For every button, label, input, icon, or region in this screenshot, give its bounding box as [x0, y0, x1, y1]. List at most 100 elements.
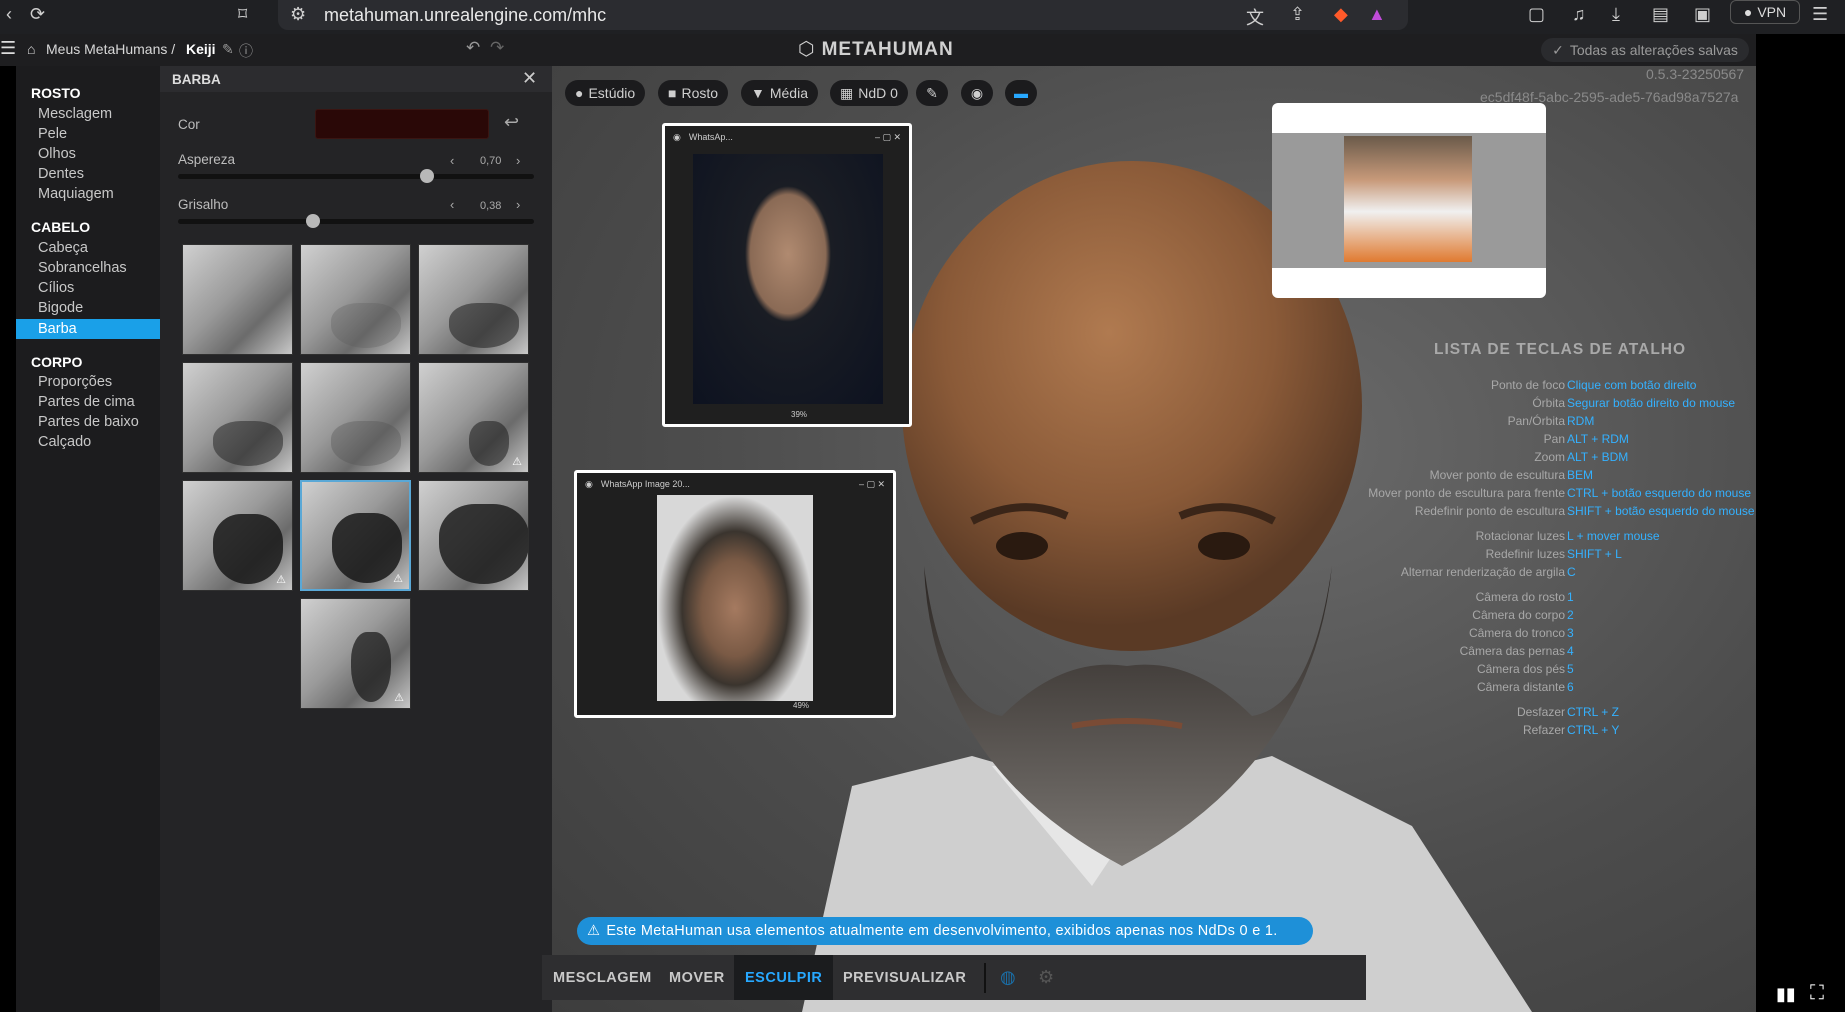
beard-preset-7[interactable]: ⚠: [182, 480, 293, 591]
background-toggle-button[interactable]: ▬: [1005, 80, 1037, 106]
window-controls-icon[interactable]: – ▢ ✕: [859, 479, 885, 490]
shortcut-key: ALT + BDM: [1567, 450, 1629, 464]
reload-icon[interactable]: ⟳: [30, 4, 45, 25]
translate-icon[interactable]: 文: [1246, 4, 1264, 30]
beard-preset-8-selected[interactable]: ⚠: [300, 480, 411, 591]
shortcut-key: C: [1567, 565, 1576, 579]
nav-item-calcado[interactable]: Calçado: [38, 434, 91, 450]
nav-item-mesclagem[interactable]: Mesclagem: [38, 106, 112, 122]
window-title: WhatsApp Image 20...: [600, 479, 690, 489]
shortcut-action: Órbita: [1532, 396, 1565, 410]
reset-color-icon[interactable]: ↩: [504, 112, 519, 133]
home-icon[interactable]: ⌂: [27, 41, 35, 57]
nav-item-dentes[interactable]: Dentes: [38, 166, 84, 182]
close-panel-icon[interactable]: ✕: [522, 68, 537, 89]
sidebar-icon[interactable]: ▤: [1652, 4, 1669, 25]
vpn-button[interactable]: ● VPN: [1730, 0, 1800, 24]
roughness-value[interactable]: 0,70: [480, 155, 501, 167]
menu-icon[interactable]: ☰: [1812, 4, 1828, 25]
studio-button[interactable]: ● Estúdio: [565, 80, 646, 106]
nav-item-cilios[interactable]: Cílios: [38, 280, 74, 296]
app-menu-icon[interactable]: ☰: [0, 38, 16, 59]
nav-item-pele[interactable]: Pele: [38, 126, 67, 142]
face-label: Rosto: [681, 85, 719, 101]
stats-icon[interactable]: ▮▮: [1776, 984, 1796, 1005]
wallet-icon[interactable]: ▣: [1694, 4, 1711, 25]
window-controls-icon[interactable]: – ▢ ✕: [875, 132, 901, 143]
quality-button[interactable]: ▼ Média: [741, 80, 818, 106]
color-swatch[interactable]: [315, 109, 489, 139]
nav-item-bigode[interactable]: Bigode: [38, 300, 83, 316]
info-icon[interactable]: ⓘ: [239, 41, 253, 61]
nav-item-maquiagem[interactable]: Maquiagem: [38, 186, 114, 202]
beard-preset-1[interactable]: [182, 244, 293, 355]
gray-increase-icon[interactable]: ›: [516, 197, 520, 212]
tab-previsualizar[interactable]: PREVISUALIZAR: [832, 955, 977, 1000]
settings-icon[interactable]: ⚙: [1038, 967, 1054, 988]
nav-item-partes-de-cima[interactable]: Partes de cima: [38, 394, 135, 410]
clay-render-button[interactable]: ◉: [961, 80, 993, 106]
edit-name-icon[interactable]: ✎: [222, 41, 234, 58]
warning-icon: ⚠: [587, 923, 601, 939]
nav-item-barba[interactable]: Barba: [16, 319, 160, 339]
nav-item-olhos[interactable]: Olhos: [38, 146, 76, 162]
beard-preset-6[interactable]: ⚠: [418, 362, 529, 473]
share-icon[interactable]: ⇪: [1290, 4, 1305, 25]
light-bulb-icon: ●: [575, 85, 584, 101]
media-icon[interactable]: ♫: [1572, 4, 1586, 25]
tab-mover[interactable]: MOVER: [658, 955, 736, 1000]
lod-button[interactable]: ▦ NdD 0: [830, 80, 908, 106]
site-settings-icon[interactable]: ⚙: [290, 4, 306, 25]
beard-preset-4[interactable]: [182, 362, 293, 473]
beard-preset-10[interactable]: ⚠: [300, 598, 411, 709]
window-footer: 49%: [577, 697, 893, 715]
bookmark-icon[interactable]: ⌑: [238, 4, 247, 25]
shortcut-key: RDM: [1567, 414, 1595, 428]
roughness-increase-icon[interactable]: ›: [516, 153, 520, 168]
window-titlebar: ◉ WhatsAp... – ▢ ✕: [665, 126, 909, 148]
globe-icon[interactable]: ◍: [1000, 967, 1016, 988]
panel-icon: ▬: [1014, 85, 1028, 101]
roughness-decrease-icon[interactable]: ‹: [450, 153, 454, 168]
tab-mesclagem[interactable]: MESCLAGEM: [542, 955, 663, 1000]
zoom-level: 39%: [791, 410, 808, 419]
gray-slider-thumb[interactable]: [306, 214, 321, 228]
download-icon[interactable]: ⤓: [1612, 4, 1620, 25]
camera-icon: ■: [668, 85, 677, 101]
nav-item-proporcoes[interactable]: Proporções: [38, 374, 112, 390]
face-camera-button[interactable]: ■ Rosto: [658, 80, 729, 106]
roughness-slider-thumb[interactable]: [420, 169, 435, 183]
tab-esculpir[interactable]: ESCULPIR: [734, 955, 834, 1000]
redo-icon[interactable]: ↷: [490, 38, 504, 58]
shortcut-key: 4: [1567, 644, 1574, 658]
shortcut-key: Clique com botão direito: [1567, 378, 1697, 392]
gray-value[interactable]: 0,38: [480, 200, 501, 212]
sculpt-tool-button[interactable]: ✎: [916, 80, 948, 106]
gray-slider[interactable]: [178, 214, 534, 228]
breadcrumb-root[interactable]: Meus MetaHumans /: [46, 41, 175, 57]
nav-item-sobrancelhas[interactable]: Sobrancelhas: [38, 260, 127, 276]
shortcut-action: Mover ponto de escultura para frente: [1368, 486, 1565, 500]
thumbnail-window[interactable]: [1272, 103, 1546, 298]
beard-preset-5[interactable]: [300, 362, 411, 473]
nav-item-cabeca[interactable]: Cabeça: [38, 240, 88, 256]
warning-icon: ⚠: [394, 692, 404, 704]
rewards-icon[interactable]: ▲: [1368, 4, 1386, 25]
beard-preset-2[interactable]: [300, 244, 411, 355]
extensions-icon[interactable]: ▢: [1528, 4, 1545, 25]
url-text[interactable]: metahuman.unrealengine.com/mhc: [324, 5, 606, 26]
beard-preset-9[interactable]: [418, 480, 529, 591]
beard-preset-3[interactable]: [418, 244, 529, 355]
roughness-label: Aspereza: [178, 152, 236, 167]
photo-viewer-window-2[interactable]: ◉ WhatsApp Image 20... – ▢ ✕ 49%: [574, 470, 896, 718]
roughness-slider[interactable]: [178, 169, 534, 183]
address-bar[interactable]: ⚙ metahuman.unrealengine.com/mhc 文 ⇪ ◆ ▲: [278, 0, 1408, 30]
back-icon[interactable]: ‹: [6, 4, 12, 25]
fullscreen-icon[interactable]: ⛶: [1810, 982, 1824, 1005]
gray-decrease-icon[interactable]: ‹: [450, 197, 454, 212]
brave-shield-icon[interactable]: ◆: [1334, 4, 1348, 25]
undo-icon[interactable]: ↶: [466, 38, 480, 58]
nav-item-partes-de-baixo[interactable]: Partes de baixo: [38, 414, 139, 430]
photo-viewer-window-1[interactable]: ◉ WhatsAp... – ▢ ✕ 39%: [662, 123, 912, 427]
shortcut-action: Zoom: [1534, 450, 1565, 464]
